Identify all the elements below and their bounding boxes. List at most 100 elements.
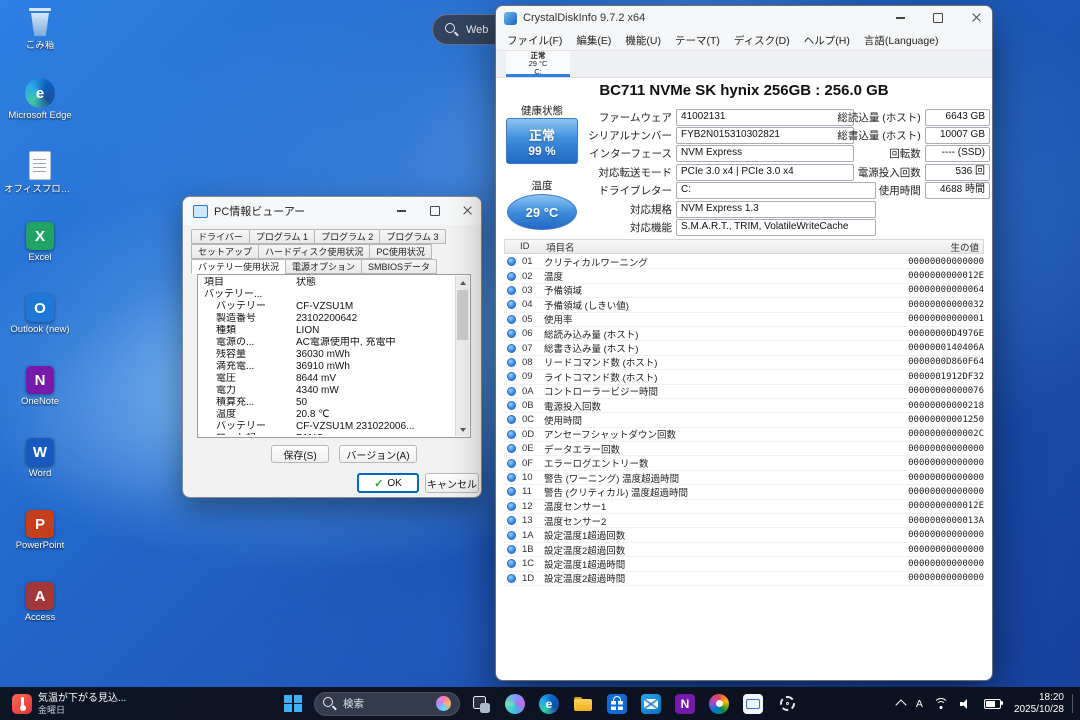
cancel-button[interactable]: キャンセル: [425, 473, 479, 493]
cdi-close-button[interactable]: [960, 6, 992, 30]
cdi-menu-item[interactable]: ヘルプ(H): [797, 33, 857, 48]
scroll-down-button[interactable]: [456, 423, 469, 436]
pcv-list-row[interactable]: 満充電...36910 mWh: [200, 361, 455, 373]
start-button[interactable]: [280, 691, 306, 717]
desktop-icon-word[interactable]: WWord: [4, 438, 76, 501]
pcv-tab[interactable]: プログラム 3: [379, 229, 445, 244]
cdi-menu-item[interactable]: 言語(Language): [857, 33, 946, 48]
pcv-list-row[interactable]: バッテリー...: [200, 289, 455, 301]
pcv-list-row[interactable]: 電源の...AC電源使用中, 充電中: [200, 337, 455, 349]
pcv-tab[interactable]: バッテリー使用状況: [191, 259, 286, 274]
taskbar-icon-onenote[interactable]: [672, 691, 698, 717]
pcv-tab[interactable]: プログラム 1: [249, 229, 315, 244]
settings-icon: [780, 696, 795, 711]
cdi-menu-item[interactable]: 編集(E): [569, 33, 618, 48]
cdi-info-value: 10007 GB: [925, 127, 990, 144]
volume-button[interactable]: [955, 687, 978, 720]
cdi-info-row: 使用時間4688 時間: [832, 182, 990, 200]
taskbar-icon-copilot[interactable]: [502, 691, 528, 717]
smart-row: 13温度センサー20000000000013A: [504, 514, 984, 528]
desktop-icon-label: Word: [29, 469, 52, 479]
desktop-icon-document[interactable]: オフィスプロダクトキー: [4, 150, 76, 213]
pcv-list-row[interactable]: 温度20.8 ℃: [200, 409, 455, 421]
pcv-tab[interactable]: 電源オプション: [285, 259, 362, 274]
pcv-tab[interactable]: ドライバー: [191, 229, 250, 244]
pcv-list-row[interactable]: 種類LION: [200, 325, 455, 337]
taskbar-icon-mail[interactable]: [740, 691, 766, 717]
smart-raw-value: 0000000D860F64: [839, 357, 984, 367]
disk-tab-c[interactable]: 正常 29 °C C:: [506, 51, 570, 77]
triangle-up-icon: [460, 281, 466, 285]
smart-raw-value: 00000000000000: [839, 559, 984, 569]
cdi-maximize-button[interactable]: [922, 6, 954, 30]
recycle-bin-icon: [24, 6, 56, 38]
cdi-info-row: 対応規格NVM Express 1.3: [504, 200, 904, 218]
network-button[interactable]: [929, 687, 954, 720]
cdi-menu-item[interactable]: ファイル(F): [500, 33, 569, 48]
smart-attribute-name: 温度センサー2: [544, 514, 839, 528]
cdi-titlebar[interactable]: CrystalDiskInfo 9.7.2 x64: [496, 6, 992, 30]
desktop-icon-recycle-bin[interactable]: ごみ箱: [4, 6, 76, 69]
desktop-icon-excel[interactable]: XExcel: [4, 222, 76, 285]
taskbar-icon-edge[interactable]: [536, 691, 562, 717]
taskbar-icon-settings[interactable]: [774, 691, 800, 717]
pcv-close-button[interactable]: [454, 197, 481, 225]
desktop-icon-access[interactable]: AAccess: [4, 582, 76, 645]
cdi-menu-item[interactable]: テーマ(T): [668, 33, 727, 48]
desktop-icon-edge[interactable]: eMicrosoft Edge: [4, 78, 76, 141]
battery-button[interactable]: [979, 687, 1006, 720]
taskbar-clock[interactable]: 18:20 2025/10/28: [1007, 692, 1071, 715]
desktop-icon-powerpoint[interactable]: PPowerPoint: [4, 510, 76, 573]
smart-raw-value: 00000000000000: [839, 458, 984, 468]
desktop-icon-onenote[interactable]: NOneNote: [4, 366, 76, 429]
smart-id: 1A: [522, 530, 544, 541]
taskbar-icon-file-explorer[interactable]: [570, 691, 596, 717]
taskbar-icon-photos[interactable]: [706, 691, 732, 717]
pcv-list-row[interactable]: 電力4340 mW: [200, 385, 455, 397]
pcv-list-row[interactable]: 電圧8644 mV: [200, 373, 455, 385]
taskbar-icon-task-view[interactable]: [468, 691, 494, 717]
pcv-maximize-button[interactable]: [421, 197, 448, 225]
pcv-tab[interactable]: SMBIOSデータ: [361, 259, 437, 274]
check-icon: [374, 477, 383, 490]
scroll-up-button[interactable]: [456, 276, 469, 289]
smart-row: 02温度0000000000012E: [504, 269, 984, 283]
pcv-tab[interactable]: ハードディスク使用状況: [258, 244, 370, 259]
pcv-list-row[interactable]: 積算充...50: [200, 397, 455, 409]
pcv-scrollbar[interactable]: [455, 276, 469, 436]
pcv-minimize-button[interactable]: [388, 197, 415, 225]
taskbar-weather-widget[interactable]: 気温が下がる見込... 金曜日: [6, 687, 132, 720]
pcv-list-row[interactable]: 残容量36030 mWh: [200, 349, 455, 361]
taskbar-search-box[interactable]: 検索: [314, 692, 460, 716]
desktop-icon-outlook[interactable]: OOutlook (new): [4, 294, 76, 357]
ok-button[interactable]: OK: [357, 473, 419, 493]
cdi-minimize-button[interactable]: [884, 6, 916, 30]
smart-raw-value: 0000000140406A: [839, 343, 984, 353]
taskbar-icon-store[interactable]: [604, 691, 630, 717]
pcv-list-row[interactable]: 製造番号23102200642: [200, 313, 455, 325]
scrollbar-thumb[interactable]: [457, 290, 468, 340]
smart-attribute-name: クリティカルワーニング: [544, 255, 839, 269]
edge-icon: [539, 694, 559, 714]
cdi-menu-item[interactable]: ディスク(D): [727, 33, 797, 48]
show-desktop-button[interactable]: [1072, 694, 1077, 714]
smart-row: 10警告 (ワーニング) 温度超過時間00000000000000: [504, 471, 984, 485]
smart-id: 0C: [522, 414, 544, 425]
smart-attribute-name: アンセーフシャットダウン回数: [544, 427, 839, 441]
pcv-tab[interactable]: PC使用状況: [369, 244, 432, 259]
tray-overflow-button[interactable]: [892, 687, 910, 720]
taskbar-icon-outlook[interactable]: [638, 691, 664, 717]
pcv-list-row[interactable]: バッテリーCF-VZSU1M: [200, 301, 455, 313]
pcv-titlebar[interactable]: PC情報ビューアー: [183, 197, 481, 225]
pcv-tab[interactable]: セットアップ: [191, 244, 259, 259]
pcv-tab[interactable]: プログラム 2: [314, 229, 380, 244]
pcv-list-row[interactable]: バッテリーCF-VZSU1M 231022006...: [200, 421, 455, 433]
pcv-list-row[interactable]: ロット記..PANG: [200, 433, 455, 435]
smart-id: 05: [522, 314, 544, 325]
save-button[interactable]: 保存(S): [271, 445, 329, 463]
cdi-menu-item[interactable]: 機能(U): [618, 33, 668, 48]
smart-id: 1B: [522, 544, 544, 555]
health-dot-icon: [507, 401, 516, 410]
ime-indicator[interactable]: A: [911, 687, 928, 720]
version-button[interactable]: バージョン(A): [339, 445, 417, 463]
